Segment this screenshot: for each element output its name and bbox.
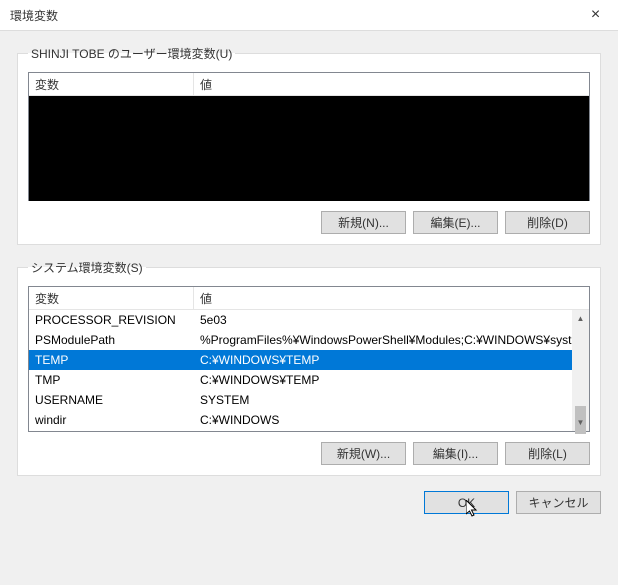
system-vars-group: システム環境変数(S) 変数 値 PROCESSOR_REVISION5e03P… bbox=[17, 259, 601, 476]
system-header-var[interactable]: 変数 bbox=[29, 287, 194, 310]
scrollbar-vertical[interactable]: ▲ ▼ bbox=[572, 310, 589, 431]
system-new-button[interactable]: 新規(W)... bbox=[321, 442, 406, 465]
user-vars-group: SHINJI TOBE のユーザー環境変数(U) 変数 値 新規(N)... 編… bbox=[17, 45, 601, 245]
user-new-button[interactable]: 新規(N)... bbox=[321, 211, 406, 234]
cell-var: PROCESSOR_REVISION bbox=[29, 311, 194, 329]
cell-var: PSModulePath bbox=[29, 331, 194, 349]
system-table-body[interactable]: PROCESSOR_REVISION5e03PSModulePath%Progr… bbox=[29, 310, 589, 432]
close-icon: × bbox=[591, 6, 600, 24]
dialog-content: SHINJI TOBE のユーザー環境変数(U) 変数 値 新規(N)... 編… bbox=[0, 31, 618, 524]
cell-val: C:¥WINDOWS bbox=[194, 411, 589, 429]
dialog-footer: OK キャンセル bbox=[17, 491, 601, 514]
cell-var: USERNAME bbox=[29, 391, 194, 409]
cell-var: TEMP bbox=[29, 351, 194, 369]
system-vars-table[interactable]: 変数 値 PROCESSOR_REVISION5e03PSModulePath%… bbox=[28, 286, 590, 432]
cell-val: 5e03 bbox=[194, 311, 589, 329]
table-row[interactable]: PSModulePath%ProgramFiles%¥WindowsPowerS… bbox=[29, 330, 589, 350]
system-buttons: 新規(W)... 編集(I)... 削除(L) bbox=[28, 442, 590, 465]
table-row[interactable]: PROCESSOR_REVISION5e03 bbox=[29, 310, 589, 330]
user-edit-button[interactable]: 編集(E)... bbox=[413, 211, 498, 234]
cell-var: windir bbox=[29, 411, 194, 429]
cell-val: C:¥WINDOWS¥TEMP bbox=[194, 371, 589, 389]
system-table-header: 変数 値 bbox=[29, 287, 589, 310]
scroll-up-icon[interactable]: ▲ bbox=[572, 310, 589, 327]
user-table-body-redacted bbox=[29, 96, 589, 201]
user-header-val[interactable]: 値 bbox=[194, 73, 589, 96]
table-row[interactable]: windirC:¥WINDOWS bbox=[29, 410, 589, 430]
system-edit-button[interactable]: 編集(I)... bbox=[413, 442, 498, 465]
system-delete-button[interactable]: 削除(L) bbox=[505, 442, 590, 465]
user-buttons: 新規(N)... 編集(E)... 削除(D) bbox=[28, 211, 590, 234]
cell-var: TMP bbox=[29, 371, 194, 389]
window-title: 環境変数 bbox=[10, 7, 58, 24]
table-row[interactable]: TMPC:¥WINDOWS¥TEMP bbox=[29, 370, 589, 390]
system-vars-legend: システム環境変数(S) bbox=[28, 259, 146, 276]
user-vars-legend: SHINJI TOBE のユーザー環境変数(U) bbox=[28, 45, 235, 62]
user-header-var[interactable]: 変数 bbox=[29, 73, 194, 96]
user-vars-table[interactable]: 変数 値 bbox=[28, 72, 590, 201]
user-delete-button[interactable]: 削除(D) bbox=[505, 211, 590, 234]
user-table-header: 変数 値 bbox=[29, 73, 589, 96]
close-button[interactable]: × bbox=[573, 0, 618, 30]
ok-button[interactable]: OK bbox=[424, 491, 509, 514]
cell-val: %ProgramFiles%¥WindowsPowerShell¥Modules… bbox=[194, 331, 589, 349]
table-row[interactable]: USERNAMESYSTEM bbox=[29, 390, 589, 410]
system-header-val[interactable]: 値 bbox=[194, 287, 589, 310]
cancel-button[interactable]: キャンセル bbox=[516, 491, 601, 514]
table-row[interactable]: TEMPC:¥WINDOWS¥TEMP bbox=[29, 350, 589, 370]
titlebar: 環境変数 × bbox=[0, 0, 618, 31]
scroll-down-icon[interactable]: ▼ bbox=[572, 414, 589, 431]
cell-val: SYSTEM bbox=[194, 391, 589, 409]
cell-val: C:¥WINDOWS¥TEMP bbox=[194, 351, 589, 369]
